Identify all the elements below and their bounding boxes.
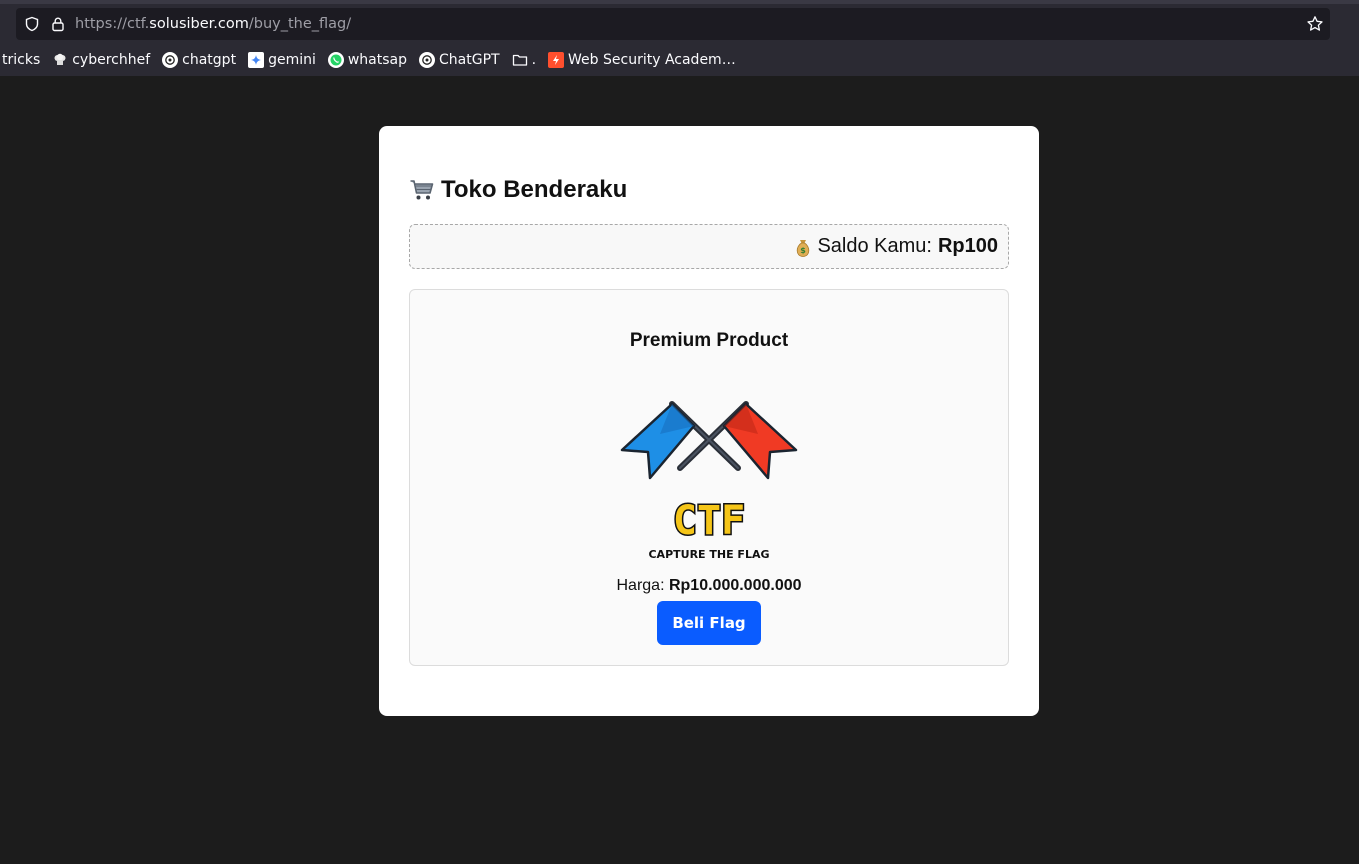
bookmark-label: chatgpt — [182, 52, 237, 68]
balance-label: Saldo Kamu: — [817, 235, 932, 257]
address-bar[interactable]: https://ctf.solusiber.com/buy_the_flag/ — [16, 8, 1330, 40]
url-path: /buy_the_flag/ — [248, 16, 352, 32]
bookmark-chatgpt-2[interactable]: ChatGPT — [419, 48, 500, 72]
bookmark-label: whatsap — [347, 52, 408, 68]
bookmark-folder[interactable]: . — [512, 48, 536, 72]
money-bag-icon: $ — [793, 236, 813, 258]
logo-text: CTF — [673, 498, 745, 544]
price-line: Harga: Rp10.000.000.000 — [410, 577, 1008, 595]
shop-card: Toko Benderaku $ Saldo Kamu: Rp100 Premi… — [379, 126, 1039, 716]
bookmark-label: ChatGPT — [439, 52, 500, 68]
balance-box: $ Saldo Kamu: Rp100 — [409, 224, 1009, 269]
tab-strip-edge — [0, 0, 1359, 4]
page-title: Toko Benderaku — [409, 174, 627, 206]
gemini-icon — [248, 52, 265, 68]
whatsapp-icon — [327, 52, 344, 68]
logo-subtext: CAPTURE THE FLAG — [648, 548, 769, 561]
folder-icon — [512, 52, 528, 68]
bookmark-chatgpt[interactable]: chatgpt — [162, 48, 236, 72]
shopping-cart-icon — [409, 177, 435, 203]
bookmark-label: gemini — [268, 52, 316, 68]
page-title-text: Toko Benderaku — [441, 176, 628, 203]
price-value: Rp10.000.000.000 — [668, 577, 802, 594]
bookmark-star-icon[interactable] — [1306, 15, 1324, 33]
portswigger-icon — [548, 52, 565, 68]
lock-icon[interactable] — [49, 15, 67, 33]
bookmarks-bar: tricks cyberchhef chatgpt gemini whatsap — [0, 48, 748, 72]
product-box: Premium Product CTF CAPTURE THE FLAG Har… — [409, 289, 1009, 666]
product-title: Premium Product — [629, 330, 789, 351]
url-host: solusiber.com — [149, 16, 249, 32]
shield-icon[interactable] — [23, 15, 41, 33]
bookmark-label: tricks — [2, 52, 41, 68]
openai-icon — [419, 52, 436, 68]
url-prefix: https://ctf. — [75, 16, 150, 32]
svg-text:$: $ — [801, 246, 807, 255]
price-label: Harga: — [616, 577, 665, 594]
bookmark-label: Web Security Academ… — [568, 52, 736, 68]
bookmark-web-security-academy[interactable]: Web Security Academ… — [548, 48, 736, 72]
bookmark-gemini[interactable]: gemini — [248, 48, 316, 72]
url-text[interactable]: https://ctf.solusiber.com/buy_the_flag/ — [75, 16, 351, 32]
buy-flag-button[interactable]: Beli Flag — [657, 601, 761, 645]
bookmark-whatsap[interactable]: whatsap — [327, 48, 408, 72]
balance-amount: Rp100 — [937, 235, 998, 257]
bookmark-tricks[interactable]: tricks — [2, 48, 40, 72]
openai-icon — [162, 52, 179, 68]
ctf-logo: CTF CAPTURE THE FLAG — [620, 394, 798, 564]
chef-hat-icon — [52, 52, 68, 68]
bookmark-label: . — [531, 52, 537, 68]
bookmark-cyberchhef[interactable]: cyberchhef — [52, 48, 150, 72]
bookmark-label: cyberchhef — [72, 52, 151, 68]
browser-chrome: https://ctf.solusiber.com/buy_the_flag/ … — [0, 0, 1359, 76]
